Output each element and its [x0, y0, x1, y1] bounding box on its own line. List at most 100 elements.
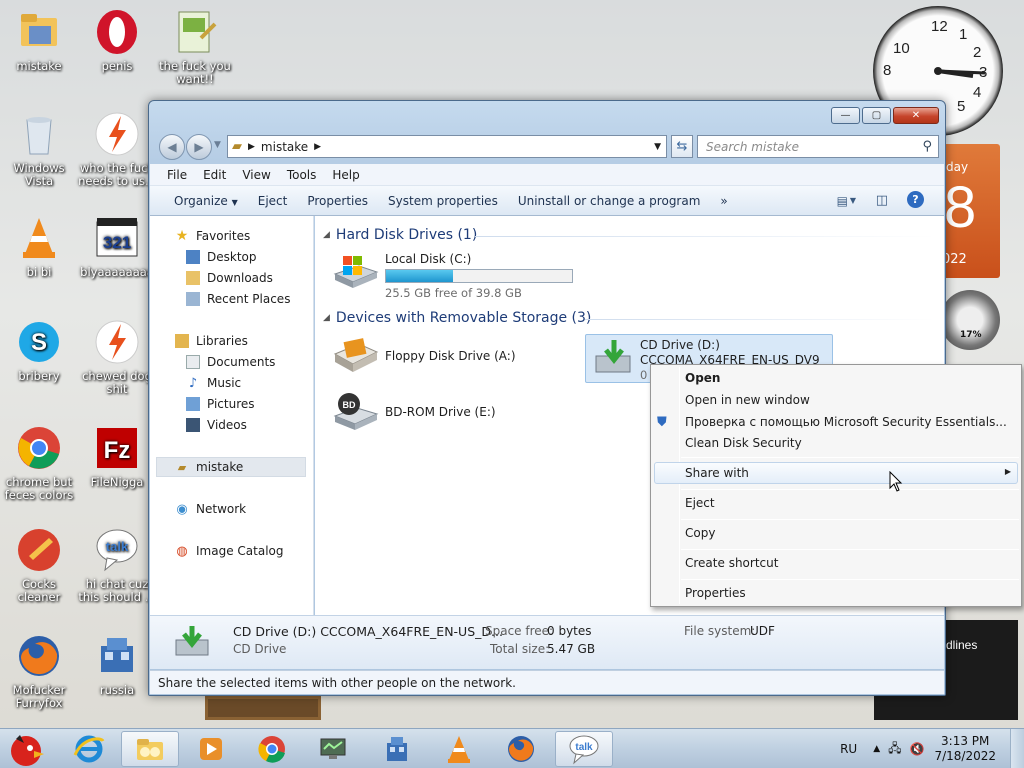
- maximize-button[interactable]: ▢: [862, 107, 891, 124]
- mouse-cursor-icon: [889, 471, 903, 492]
- taskbar-network[interactable]: [368, 731, 426, 767]
- address-dropdown-icon[interactable]: ▼: [654, 142, 661, 152]
- menu-edit[interactable]: Edit: [195, 168, 234, 182]
- taskbar-monitor[interactable]: [304, 731, 362, 767]
- nav-documents[interactable]: Documents: [150, 352, 314, 372]
- cd-drive-icon: [174, 624, 210, 663]
- search-input[interactable]: Search mistake ⚲: [697, 135, 939, 158]
- desktop-icon-filezilla[interactable]: Fz FileNigga: [78, 424, 156, 489]
- taskbar-vlc[interactable]: [430, 731, 488, 767]
- view-options-icon[interactable]: ▤: [837, 194, 848, 208]
- preview-pane-icon[interactable]: ◫: [876, 193, 888, 208]
- uninstall-program-button[interactable]: Uninstall or change a program: [508, 194, 711, 208]
- breadcrumb-mistake[interactable]: mistake: [261, 140, 308, 154]
- ctx-properties[interactable]: Properties: [685, 583, 746, 603]
- ctx-scan-mse[interactable]: ⛊ Проверка с помощью Microsoft Security …: [657, 412, 1007, 432]
- nav-mistake[interactable]: ▰ mistake: [156, 457, 306, 477]
- ctx-eject[interactable]: Eject: [685, 493, 715, 513]
- show-hidden-icons-icon[interactable]: ▲: [873, 744, 880, 754]
- nav-recent-places[interactable]: Recent Places: [150, 289, 314, 309]
- desktop-icon-flash-2[interactable]: chewed dog shit: [78, 318, 156, 396]
- breadcrumb-separator-icon[interactable]: ▶: [314, 142, 321, 152]
- desktop-icon-321[interactable]: 321 blyaaaaaaaa: [78, 214, 156, 279]
- menu-help[interactable]: Help: [324, 168, 367, 182]
- drive-e[interactable]: BD BD-ROM Drive (E:): [331, 392, 496, 432]
- nav-music[interactable]: ♪ Music: [150, 373, 314, 393]
- flash-icon: [93, 318, 141, 366]
- desktop-icon-gtalk[interactable]: talk hi chat cuz this should ...: [78, 526, 156, 604]
- view-dropdown-icon[interactable]: ▼: [850, 196, 856, 205]
- properties-button[interactable]: Properties: [297, 194, 378, 208]
- menu-view[interactable]: View: [234, 168, 278, 182]
- navigation-row: ◀ ▶ ▼ ▰ ▶ mistake ▶ ▼ ⇆ Search mistake ⚲: [157, 134, 939, 160]
- group-title: Devices with Removable Storage (3): [335, 310, 592, 326]
- help-icon[interactable]: ?: [907, 191, 924, 208]
- ctx-copy[interactable]: Copy: [685, 523, 715, 543]
- desktop-icon-russia[interactable]: russia: [78, 632, 156, 697]
- ctx-share-with[interactable]: Share with: [685, 463, 749, 483]
- nav-image-catalog[interactable]: ◍ Image Catalog: [150, 541, 314, 561]
- photo-gadget[interactable]: [205, 696, 321, 720]
- desktop-icon-windows-vista[interactable]: Windows Vista: [0, 110, 78, 188]
- taskbar-gtalk[interactable]: talk: [555, 731, 613, 767]
- taskbar-chrome[interactable]: [243, 731, 301, 767]
- desktop-icon-bi-bi[interactable]: bi bi: [0, 214, 78, 279]
- taskbar-firefox[interactable]: [492, 731, 550, 767]
- desktop-icon-penis[interactable]: penis: [78, 8, 156, 73]
- nav-downloads[interactable]: Downloads: [150, 268, 314, 288]
- forward-button[interactable]: ▶: [186, 134, 212, 160]
- nav-libraries[interactable]: Libraries: [150, 331, 314, 351]
- desktop-icon-mistake[interactable]: mistake: [0, 8, 78, 73]
- desktop-icon-ccleaner[interactable]: Cocks cleaner: [0, 526, 78, 604]
- drive-c[interactable]: Local Disk (C:) 25.5 GB free of 39.8 GB: [331, 252, 573, 300]
- system-properties-button[interactable]: System properties: [378, 194, 508, 208]
- recent-pages-chevron-icon[interactable]: ▼: [214, 140, 221, 150]
- more-commands-button[interactable]: »: [710, 194, 737, 208]
- taskbar-media-center[interactable]: [182, 731, 240, 767]
- ctx-create-shortcut[interactable]: Create shortcut: [685, 553, 778, 573]
- taskbar-ie[interactable]: [60, 731, 118, 767]
- show-desktop-button[interactable]: [1010, 729, 1024, 768]
- close-icon: ✕: [911, 110, 921, 121]
- language-indicator[interactable]: RU: [840, 742, 857, 756]
- drive-a[interactable]: Floppy Disk Drive (A:): [331, 336, 516, 376]
- taskbar-explorer[interactable]: [121, 731, 179, 767]
- back-button[interactable]: ◀: [159, 134, 185, 160]
- group-header-removable[interactable]: ◢ Devices with Removable Storage (3): [323, 310, 591, 326]
- address-bar[interactable]: ▰ ▶ mistake ▶ ▼: [227, 135, 667, 158]
- organize-button[interactable]: Organize ▼: [164, 194, 248, 208]
- group-header-hdd[interactable]: ◢ Hard Disk Drives (1): [323, 227, 477, 243]
- desktop-icon-flash-1[interactable]: who the fuck needs to us...: [78, 110, 156, 188]
- nav-network[interactable]: ◉ Network: [150, 499, 314, 519]
- details-total-size-value: 5.47 GB: [547, 642, 596, 656]
- nav-pictures[interactable]: Pictures: [150, 394, 314, 414]
- ctx-label: Проверка с помощью Microsoft Security Es…: [685, 415, 1007, 429]
- desktop-icon-chrome[interactable]: chrome but feces colors: [0, 424, 78, 502]
- calendar-gadget[interactable]: day 8 022: [940, 144, 1000, 278]
- nav-videos[interactable]: Videos: [150, 415, 314, 435]
- menu-tools[interactable]: Tools: [279, 168, 325, 182]
- desktop-icon-label: Windows Vista: [13, 161, 65, 188]
- monitor-icon: [320, 738, 346, 759]
- cpu-meter-gadget[interactable]: 17%: [940, 290, 1000, 350]
- ctx-open[interactable]: Open: [685, 368, 720, 388]
- nav-desktop[interactable]: Desktop: [150, 247, 314, 267]
- taskbar-clock[interactable]: 3:13 PM 7/18/2022: [934, 734, 996, 764]
- ctx-clean-disk-security[interactable]: Clean Disk Security: [685, 433, 802, 453]
- desktop-icon-notepad[interactable]: the fuck you want!!: [156, 8, 234, 86]
- search-icon[interactable]: ⚲: [922, 139, 932, 154]
- refresh-button[interactable]: ⇆: [671, 135, 693, 158]
- desktop-icon-firefox[interactable]: Mofucker Furryfox: [0, 632, 78, 710]
- network-tray-icon[interactable]: 🖧: [888, 739, 901, 760]
- start-button[interactable]: [2, 731, 50, 767]
- nav-label: Libraries: [196, 334, 248, 348]
- close-button[interactable]: ✕: [893, 107, 939, 124]
- desktop-icon-bribery[interactable]: S bribery: [0, 318, 78, 383]
- chevron-down-icon: ▼: [231, 197, 238, 207]
- nav-favorites[interactable]: ★ Favorites: [150, 226, 314, 246]
- volume-muted-icon[interactable]: 🔇: [910, 742, 925, 756]
- eject-button[interactable]: Eject: [248, 194, 298, 208]
- ctx-open-new-window[interactable]: Open in new window: [685, 390, 810, 410]
- minimize-button[interactable]: —: [831, 107, 860, 124]
- menu-file[interactable]: File: [159, 168, 195, 182]
